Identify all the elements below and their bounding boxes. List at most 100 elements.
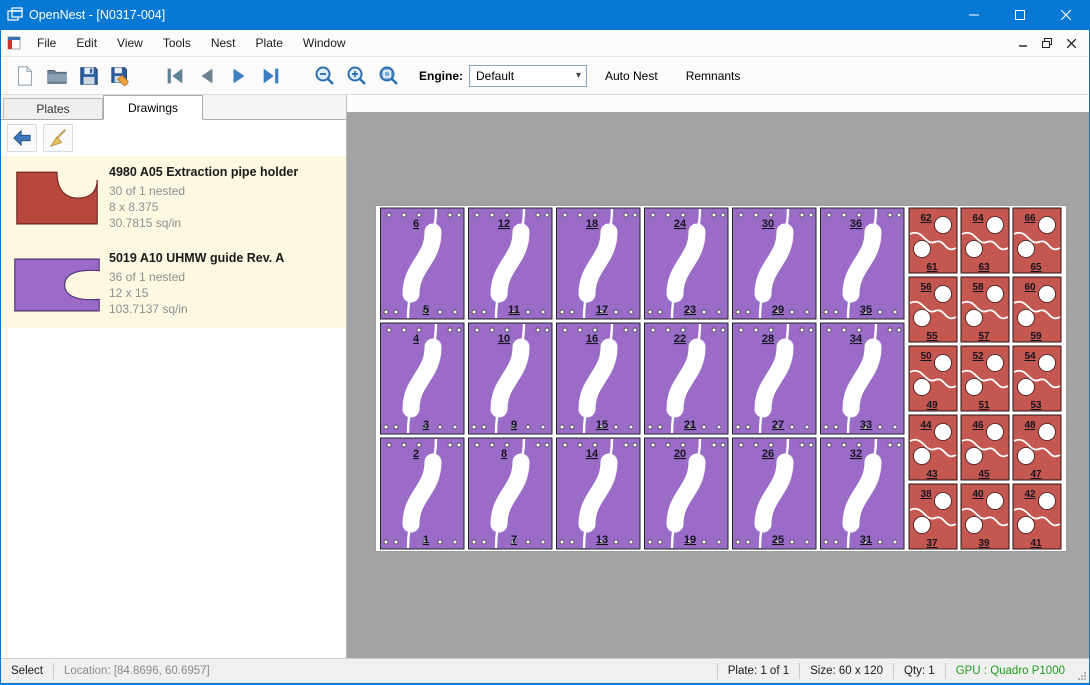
svg-text:15: 15 bbox=[596, 419, 608, 431]
save-icon bbox=[78, 65, 100, 87]
drawing-area: 103.7137 sq/in bbox=[109, 301, 284, 317]
minimize-button[interactable] bbox=[951, 0, 997, 30]
menu-item-nest[interactable]: Nest bbox=[201, 36, 246, 50]
red-part-pair-60-59[interactable]: 60 59 bbox=[1011, 275, 1063, 344]
svg-text:42: 42 bbox=[1024, 489, 1036, 500]
svg-text:8: 8 bbox=[501, 448, 507, 460]
blue-arrow-left-icon bbox=[12, 129, 32, 147]
purple-part-pair-14-13[interactable]: 14 13 bbox=[554, 436, 642, 551]
zoom-out-icon bbox=[313, 64, 337, 88]
zoom-in-button[interactable] bbox=[341, 60, 373, 92]
close-button[interactable] bbox=[1043, 0, 1089, 30]
svg-text:40: 40 bbox=[972, 489, 984, 500]
red-part-pair-38-37[interactable]: 38 37 bbox=[907, 482, 959, 551]
red-part-pair-40-39[interactable]: 40 39 bbox=[959, 482, 1011, 551]
purple-part-pair-36-35[interactable]: 36 35 bbox=[818, 206, 906, 321]
red-part-pair-66-65[interactable]: 66 65 bbox=[1011, 206, 1063, 275]
mdi-close-button[interactable] bbox=[1059, 32, 1083, 54]
remnants-button[interactable]: Remnants bbox=[676, 63, 751, 89]
main-toolbar: Engine: Default ▾ Auto Nest Remnants bbox=[1, 57, 1089, 95]
purple-part-pair-10-9[interactable]: 10 9 bbox=[466, 321, 554, 436]
purple-part-pair-30-29[interactable]: 30 29 bbox=[730, 206, 818, 321]
red-part-pair-56-55[interactable]: 56 55 bbox=[907, 275, 959, 344]
previous-plate-icon bbox=[196, 65, 218, 87]
tab-drawings[interactable]: Drawings bbox=[103, 95, 203, 120]
svg-text:25: 25 bbox=[772, 534, 784, 546]
svg-text:1: 1 bbox=[423, 534, 429, 546]
purple-part-pair-2-1[interactable]: 2 1 bbox=[378, 436, 466, 551]
svg-text:3: 3 bbox=[423, 419, 429, 431]
red-part-pair-42-41[interactable]: 42 41 bbox=[1011, 482, 1063, 551]
zoom-fit-button[interactable] bbox=[373, 60, 405, 92]
engine-label: Engine: bbox=[419, 69, 463, 83]
purple-part-pair-8-7[interactable]: 8 7 bbox=[466, 436, 554, 551]
red-part-pair-52-51[interactable]: 52 51 bbox=[959, 344, 1011, 413]
svg-text:43: 43 bbox=[926, 469, 938, 480]
red-part-pair-58-57[interactable]: 58 57 bbox=[959, 275, 1011, 344]
save-button[interactable] bbox=[73, 60, 105, 92]
svg-text:14: 14 bbox=[586, 448, 599, 460]
drawing-title: 4980 A05 Extraction pipe holder bbox=[109, 165, 298, 179]
drawing-size: 8 x 8.375 bbox=[109, 199, 298, 215]
part-thumbnail-purple bbox=[5, 245, 109, 325]
svg-text:13: 13 bbox=[596, 534, 608, 546]
status-size: Size: 60 x 120 bbox=[800, 659, 893, 683]
nest-canvas[interactable]: 6 5 12 11 18 17 bbox=[347, 95, 1089, 658]
red-part-pair-46-45[interactable]: 46 45 bbox=[959, 413, 1011, 482]
menu-item-view[interactable]: View bbox=[107, 36, 153, 50]
drawing-item-uhmw-guide[interactable]: 5019 A10 UHMW guide Rev. A 36 of 1 neste… bbox=[1, 242, 346, 328]
plate[interactable]: 6 5 12 11 18 17 bbox=[376, 206, 1066, 551]
purple-part-pair-20-19[interactable]: 20 19 bbox=[642, 436, 730, 551]
purple-part-pair-16-15[interactable]: 16 15 bbox=[554, 321, 642, 436]
purple-part-pair-32-31[interactable]: 32 31 bbox=[818, 436, 906, 551]
red-part-pair-48-47[interactable]: 48 47 bbox=[1011, 413, 1063, 482]
menu-item-edit[interactable]: Edit bbox=[66, 36, 107, 50]
save-as-button[interactable] bbox=[105, 60, 137, 92]
status-bar: Select Location: [84.8696, 60.6957] Plat… bbox=[1, 658, 1089, 683]
red-part-pair-62-61[interactable]: 62 61 bbox=[907, 206, 959, 275]
purple-part-pair-18-17[interactable]: 18 17 bbox=[554, 206, 642, 321]
tab-plates[interactable]: Plates bbox=[3, 98, 103, 119]
zoom-out-button[interactable] bbox=[309, 60, 341, 92]
maximize-button[interactable] bbox=[997, 0, 1043, 30]
side-panel: Plates Drawings bbox=[1, 95, 346, 658]
svg-text:51: 51 bbox=[978, 400, 990, 411]
svg-text:44: 44 bbox=[920, 420, 932, 431]
purple-part-pair-4-3[interactable]: 4 3 bbox=[378, 321, 466, 436]
engine-select[interactable]: Default ▾ bbox=[469, 65, 587, 87]
red-part-pair-54-53[interactable]: 54 53 bbox=[1011, 344, 1063, 413]
clean-drawings-button[interactable] bbox=[43, 124, 73, 152]
resize-grip[interactable] bbox=[1075, 659, 1089, 683]
new-button[interactable] bbox=[9, 60, 41, 92]
menu-item-window[interactable]: Window bbox=[293, 36, 356, 50]
red-part-pair-44-43[interactable]: 44 43 bbox=[907, 413, 959, 482]
nav-previous-button[interactable] bbox=[191, 60, 223, 92]
mdi-restore-button[interactable] bbox=[1035, 32, 1059, 54]
open-button[interactable] bbox=[41, 60, 73, 92]
purple-part-pair-12-11[interactable]: 12 11 bbox=[466, 206, 554, 321]
svg-text:65: 65 bbox=[1030, 262, 1042, 273]
drawing-item-extraction-pipe-holder[interactable]: 4980 A05 Extraction pipe holder 30 of 1 … bbox=[1, 156, 346, 242]
purple-part-pair-34-33[interactable]: 34 33 bbox=[818, 321, 906, 436]
purple-part-pair-24-23[interactable]: 24 23 bbox=[642, 206, 730, 321]
menu-item-file[interactable]: File bbox=[27, 36, 66, 50]
purple-part-pair-22-21[interactable]: 22 21 bbox=[642, 321, 730, 436]
svg-text:11: 11 bbox=[508, 304, 520, 316]
mdi-minimize-button[interactable] bbox=[1011, 32, 1035, 54]
red-part-pair-64-63[interactable]: 64 63 bbox=[959, 206, 1011, 275]
auto-nest-button[interactable]: Auto Nest bbox=[595, 63, 668, 89]
nav-first-button[interactable] bbox=[159, 60, 191, 92]
svg-text:55: 55 bbox=[926, 331, 938, 342]
red-part-pair-50-49[interactable]: 50 49 bbox=[907, 344, 959, 413]
menu-item-tools[interactable]: Tools bbox=[153, 36, 201, 50]
purple-part-pair-6-5[interactable]: 6 5 bbox=[378, 206, 466, 321]
import-drawing-button[interactable] bbox=[7, 124, 37, 152]
canvas-top-strip bbox=[347, 95, 1089, 112]
purple-part-pair-28-27[interactable]: 28 27 bbox=[730, 321, 818, 436]
svg-text:23: 23 bbox=[684, 304, 696, 316]
nav-last-button[interactable] bbox=[255, 60, 287, 92]
purple-part-pair-26-25[interactable]: 26 25 bbox=[730, 436, 818, 551]
menu-item-plate[interactable]: Plate bbox=[246, 36, 293, 50]
nav-next-button[interactable] bbox=[223, 60, 255, 92]
svg-text:21: 21 bbox=[684, 419, 696, 431]
